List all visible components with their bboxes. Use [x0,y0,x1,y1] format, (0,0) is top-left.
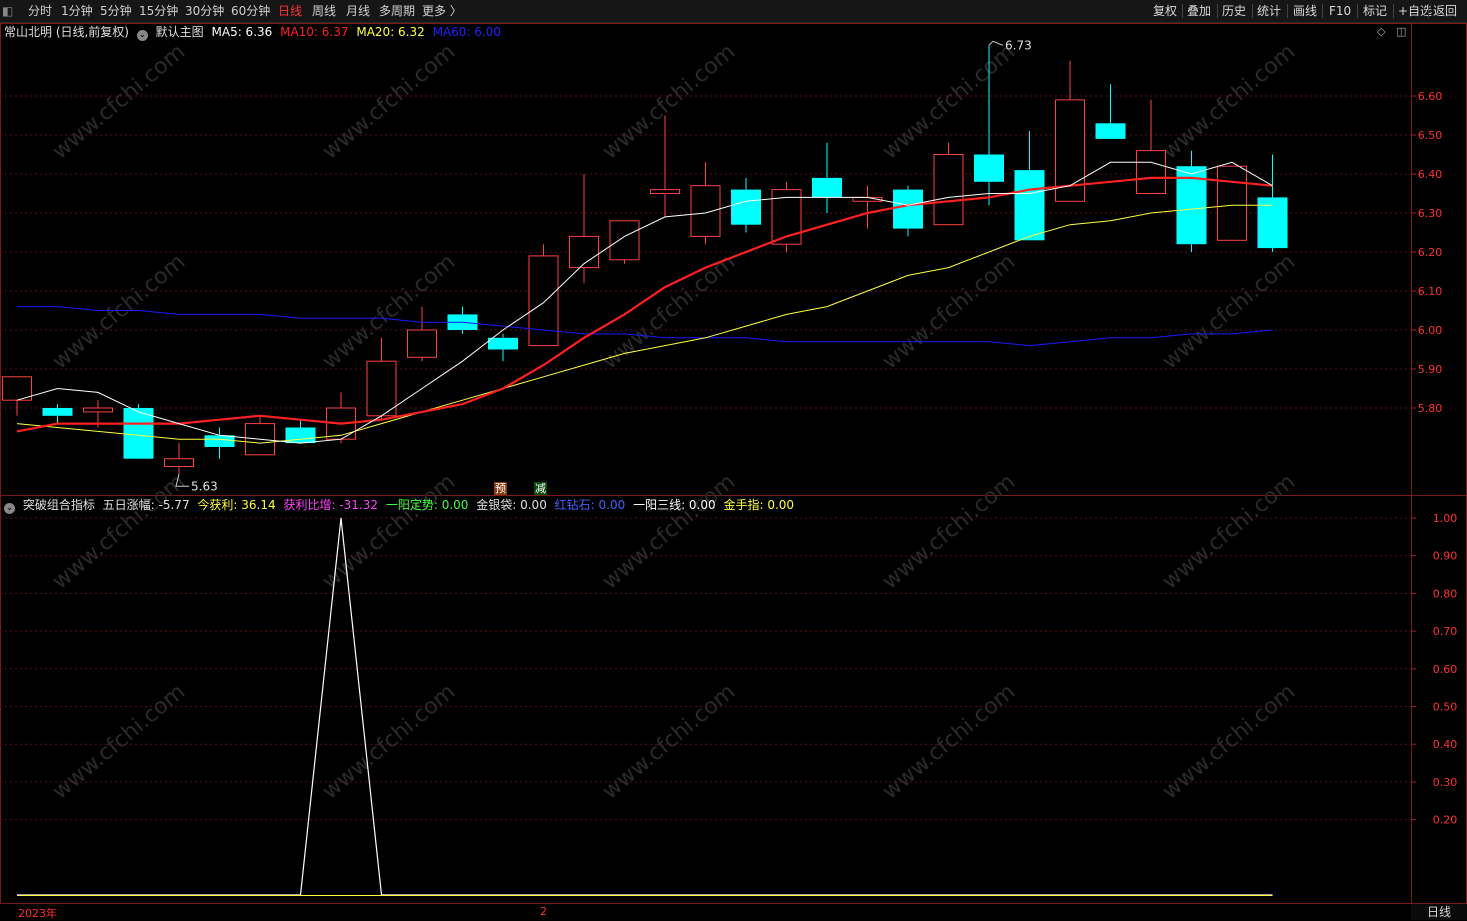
candle-body-down [42,408,73,416]
indicator-value-5: 金银袋: 0.00 [476,498,547,512]
chart-frame [0,23,1467,904]
watermark-text: www.cfchi.com [318,679,460,804]
main-y-tick-label: 6.30 [1418,207,1443,220]
sub-y-tick-label: 1.00 [1433,512,1458,525]
watermark-text: www.cfchi.com [1158,679,1300,804]
main-y-tick-label: 6.10 [1418,285,1443,298]
candle-body-down [893,189,923,229]
main-y-tick-label: 5.80 [1418,402,1443,415]
main-y-tick-label: 6.60 [1418,90,1443,103]
watermark-layer: www.cfchi.com www.cfchi.com www.cfchi.com w… [48,39,1300,804]
watermark-text: www.cfchi.com [878,249,1020,374]
date-axis: 2023年 2 [0,904,1467,920]
main-y-tick-label: 6.20 [1418,246,1443,259]
panel-toggle-icon[interactable]: ◫ [1396,25,1406,38]
ma5-line [16,161,1273,444]
stock-title[interactable]: 常山北明 (日线,前复权) [4,25,129,39]
candle-body-up [690,185,721,237]
main-y-tick-label: 6.00 [1418,324,1443,337]
watermark-text: www.cfchi.com [48,249,190,374]
indicator-dropdown-icon[interactable]: ⌄ [4,503,15,514]
watermark-text: www.cfchi.com [1158,39,1300,164]
ma20-label: MA20: 6.32 [356,25,425,39]
y-axis-ticks: 6.60 6.50 6.40 6.30 6.20 6.10 6.00 5.90 5.80 1.00… [1411,90,1457,827]
main-y-tick-label: 6.50 [1418,129,1443,142]
candle-body-up [1217,165,1247,241]
high-price-label: 6.73 [1005,38,1032,52]
watermark-text: www.cfchi.com [878,679,1020,804]
sub-y-tick-label: 0.90 [1433,550,1458,563]
watermark-text: www.cfchi.com [1158,249,1300,374]
candle-body-up [569,235,599,269]
indicator-value-6: 红钻石: 0.00 [554,498,626,512]
sub-y-tick-label: 0.80 [1433,587,1458,600]
indicator-value-2: 今获利: 36.14 [197,498,276,512]
ma60-label: MA60: 6.00 [432,25,502,39]
sub-y-tick-label: 0.20 [1433,814,1458,827]
sub-y-tick-label: 0.40 [1433,738,1458,751]
watermark-text: www.cfchi.com [598,249,740,374]
sub-y-tick-label: 0.60 [1433,663,1458,676]
watermark-text: www.cfchi.com [48,39,190,164]
watermark-text: www.cfchi.com [598,469,740,594]
moving-average-lines [16,161,1273,444]
candle-body-up [164,458,194,468]
candle-body-down [974,154,1004,182]
candle-body-down [1014,170,1045,241]
template-dropdown-icon[interactable]: ⌄ [136,30,148,41]
candle-body-up [609,220,640,261]
watermark-text: www.cfchi.com [878,469,1020,594]
watermark-text: www.cfchi.com [318,249,460,374]
candle-body-up [407,329,437,358]
sub-info-bar: ⌄ 突破组合指标 五日涨幅: -5.77 今获利: 36.14 获利比增: -3… [4,497,798,514]
signal-flag-pre[interactable]: 预 [494,482,507,495]
candle-body-down [204,435,235,447]
low-price-label: 5.63 [191,479,218,493]
candle-body-up [1136,150,1166,195]
watermark-text: www.cfchi.com [48,469,190,594]
ma10-label: MA10: 6.37 [280,25,349,39]
indicator-title[interactable]: 突破组合指标 [23,498,95,512]
sub-y-tick-label: 0.70 [1433,625,1458,638]
watermark-text: www.cfchi.com [318,39,460,164]
candle-body-up [366,360,397,417]
sub-y-tick-label: 0.50 [1433,701,1458,714]
sub-y-tick-label: 0.30 [1433,776,1458,789]
candle-body-down [123,408,154,459]
ma10-line [16,176,1273,433]
candle-body-up [528,255,559,347]
template-name[interactable]: 默认主图 [156,25,204,39]
date-label-year: 2023年 [18,907,57,920]
ma5-label: MA5: 6.36 [211,25,273,39]
price-annotations: 6.73 5.63 [175,38,1032,493]
indicator-value-4: 一阳定势: 0.00 [385,498,469,512]
indicator-value-7: 一阳三线: 0.00 [633,498,716,512]
indicator-value-8: 金手指: 0.00 [723,498,795,512]
date-label-month: 2 [540,905,547,918]
watermark-text: www.cfchi.com [1158,469,1300,594]
main-y-tick-label: 6.40 [1418,168,1443,181]
indicator-value-3: 获利比增: -31.32 [283,498,379,512]
candle-body-up [2,376,32,401]
candle-body-down [285,427,316,444]
candle-body-up [83,407,113,413]
watermark-text: www.cfchi.com [48,679,190,804]
main-info-bar: 常山北明 (日线,前复权) ⌄ 默认主图 MA5: 6.36 MA10: 6.3… [4,24,505,41]
candle-body-down [812,177,842,198]
watermark-text: www.cfchi.com [598,39,740,164]
indicator-value-1: 五日涨幅: -5.77 [102,498,190,512]
candle-body-up [650,189,680,195]
candle-body-down [731,189,761,225]
diamond-icon[interactable]: ◇ [1377,25,1385,38]
candle-body-down [1095,123,1126,139]
chart-canvas[interactable]: www.cfchi.com www.cfchi.com www.cfchi.com w… [0,0,1467,920]
signal-flag-reduce[interactable]: 减 [534,482,547,495]
main-y-tick-label: 5.90 [1418,363,1443,376]
period-indicator: 日线 [1411,904,1467,920]
candle-body-down [488,337,518,350]
watermark-text: www.cfchi.com [598,679,740,804]
candle-body-up [933,154,964,226]
